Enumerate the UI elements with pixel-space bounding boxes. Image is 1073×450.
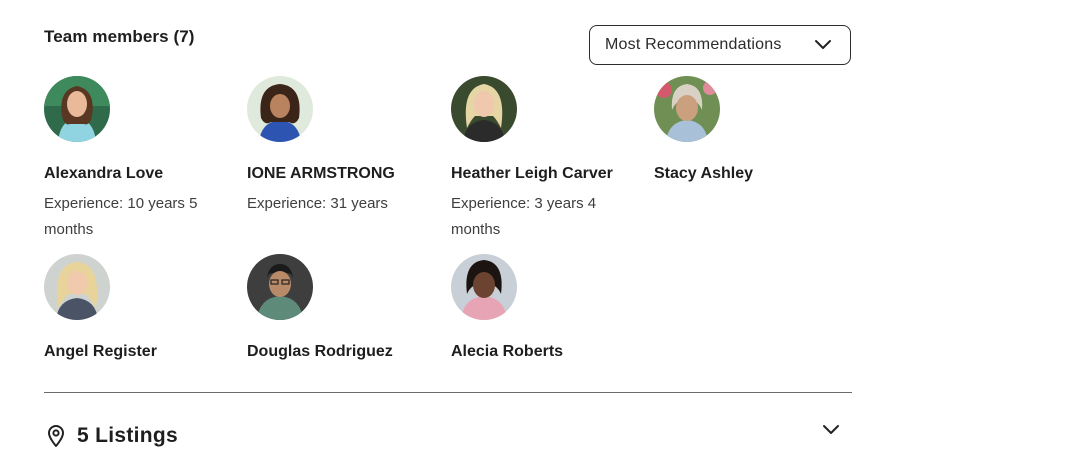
team-members-title: Team members (7) [44, 27, 195, 46]
team-members-section: Team members (7) Most Recommendations Al… [44, 0, 852, 447]
team-member-card[interactable]: Stacy Ashley [654, 76, 844, 191]
section-divider [44, 392, 852, 393]
team-member-card[interactable]: Alecia Roberts [451, 254, 641, 369]
avatar[interactable] [654, 76, 720, 142]
member-experience: Experience: 10 years 5 months [44, 195, 198, 238]
team-member-card[interactable]: IONE ARMSTRONG Experience: 31 years [247, 76, 437, 217]
member-name[interactable]: IONE ARMSTRONG [247, 165, 437, 183]
chevron-down-icon [815, 40, 831, 49]
member-name[interactable]: Alecia Roberts [451, 343, 641, 361]
avatar[interactable] [44, 76, 110, 142]
team-member-card[interactable]: Alexandra Love Experience: 10 years 5 mo… [44, 76, 234, 243]
chevron-down-icon[interactable] [822, 423, 840, 437]
avatar[interactable] [451, 76, 517, 142]
member-name[interactable]: Stacy Ashley [654, 165, 844, 183]
member-name[interactable]: Heather Leigh Carver [451, 165, 641, 183]
member-experience: Experience: 31 years [247, 195, 388, 212]
team-member-card[interactable]: Douglas Rodriguez [247, 254, 437, 369]
avatar[interactable] [247, 76, 313, 142]
member-experience: Experience: 3 years 4 months [451, 195, 597, 238]
team-member-card[interactable]: Heather Leigh Carver Experience: 3 years… [451, 76, 641, 243]
team-member-card[interactable]: Angel Register [44, 254, 234, 369]
member-name[interactable]: Douglas Rodriguez [247, 343, 437, 361]
listings-count-label: 5 Listings [77, 424, 179, 447]
avatar[interactable] [44, 254, 110, 320]
avatar[interactable] [451, 254, 517, 320]
avatar[interactable] [247, 254, 313, 320]
listings-accordion[interactable]: 5 Listings [44, 420, 852, 450]
location-pin-icon [48, 425, 64, 447]
sort-dropdown-value: Most Recommendations [605, 36, 782, 53]
member-name[interactable]: Angel Register [44, 343, 234, 361]
sort-dropdown[interactable]: Most Recommendations [589, 25, 851, 65]
member-name[interactable]: Alexandra Love [44, 165, 234, 183]
